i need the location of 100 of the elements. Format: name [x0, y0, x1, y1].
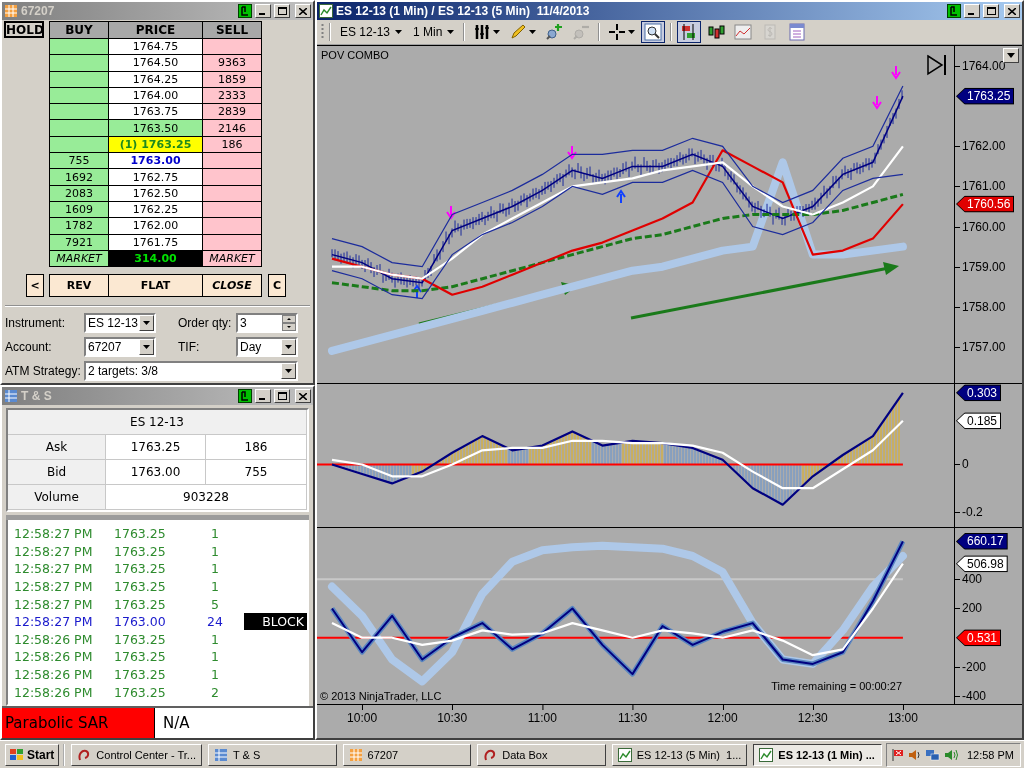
- price-cell[interactable]: 1762.75: [109, 169, 203, 186]
- instrument-cell: ES 12-13: [8, 410, 307, 435]
- minimize-button[interactable]: [255, 389, 271, 403]
- dropdown-field[interactable]: 67207: [84, 337, 156, 358]
- caret-icon: [493, 30, 501, 34]
- speaker-icon[interactable]: [907, 747, 922, 762]
- down-arrow-icon: [446, 205, 456, 220]
- quote-label: Bid: [8, 460, 106, 485]
- minimize-button[interactable]: [964, 4, 980, 18]
- quote-size: 186: [206, 435, 307, 460]
- field-label: Order qty:: [178, 316, 233, 331]
- taskbar-button[interactable]: T & S: [208, 743, 337, 766]
- sell-cell[interactable]: [203, 169, 262, 186]
- close-position-button[interactable]: CLOSE: [203, 274, 262, 298]
- sell-cell[interactable]: [203, 153, 262, 170]
- buy-cell[interactable]: [50, 55, 109, 72]
- sell-cell[interactable]: 9363: [203, 55, 262, 72]
- up-arrow-icon: [616, 189, 626, 204]
- cancel-button[interactable]: C: [268, 274, 286, 298]
- maximize-button[interactable]: [274, 389, 290, 403]
- pencil-icon: [509, 23, 528, 41]
- close-button[interactable]: [295, 389, 311, 403]
- price-cell[interactable]: 1762.00: [109, 218, 203, 235]
- back-button[interactable]: <: [26, 274, 44, 298]
- trade-price: 1763.25: [114, 684, 166, 700]
- taskbar-button[interactable]: Data Box: [477, 743, 606, 766]
- taskbar-button[interactable]: ES 12-13 (1 Min) ...: [753, 743, 882, 766]
- price-cell[interactable]: 1763.50: [109, 120, 203, 137]
- indicator-value: N/A: [154, 708, 313, 738]
- trade-size: 5: [211, 596, 219, 612]
- trade-price: 1763.25: [114, 667, 166, 683]
- buy-cell[interactable]: 1692: [50, 169, 109, 186]
- link-icon[interactable]: [238, 389, 252, 403]
- swirl-icon: [483, 747, 498, 762]
- axis-label: 1764.00: [955, 59, 1006, 74]
- buy-cell[interactable]: 1782: [50, 218, 109, 235]
- trade-time: 12:58:27 PM: [14, 561, 93, 577]
- flat-button[interactable]: FLAT: [109, 274, 203, 298]
- price-marker: 1760.56: [956, 195, 1015, 213]
- taskbar-button[interactable]: ES 12-13 (5 Min) 1...: [611, 743, 748, 766]
- taskbar-button[interactable]: 67207: [342, 743, 472, 766]
- buy-cell[interactable]: [50, 104, 109, 121]
- trade-time: 12:58:26 PM: [14, 631, 93, 647]
- buy-cell[interactable]: 755: [50, 153, 109, 170]
- link-icon[interactable]: [947, 4, 961, 18]
- network-icon[interactable]: [924, 747, 941, 762]
- price-cell[interactable]: 1764.50: [109, 55, 203, 72]
- maximize-icon: [277, 392, 287, 400]
- close-button[interactable]: [1004, 4, 1020, 18]
- minimize-button[interactable]: [255, 4, 271, 18]
- quote-price: 1763.25: [106, 435, 206, 460]
- dropdown-field[interactable]: Day: [236, 337, 298, 358]
- price-cell[interactable]: 1764.75: [109, 39, 203, 56]
- maximize-button[interactable]: [274, 4, 290, 18]
- toolbar-button[interactable]: [641, 21, 666, 43]
- price-cell[interactable]: 1763.00: [109, 153, 203, 170]
- sell-cell[interactable]: 2146: [203, 120, 262, 137]
- quote-price: 1763.00: [106, 460, 206, 485]
- instrument-dropdown[interactable]: ES 12-13: [336, 22, 407, 42]
- reverse-button[interactable]: REV: [49, 274, 109, 298]
- dropdown-field[interactable]: ES 12-13: [84, 313, 156, 334]
- caret-icon: [447, 30, 455, 34]
- windows-flag-icon: [10, 748, 24, 761]
- buy-cell[interactable]: [50, 39, 109, 56]
- trade-time: 12:58:27 PM: [14, 596, 93, 612]
- spinner-arrows-icon[interactable]: [282, 315, 296, 332]
- toolbar-button[interactable]: [677, 21, 702, 43]
- dropdown-field[interactable]: 2 targets: 3/8: [84, 361, 298, 382]
- sell-cell[interactable]: 2839: [203, 104, 262, 121]
- sell-cell[interactable]: [203, 218, 262, 235]
- axis-label: -400: [955, 688, 987, 703]
- trade-size: 1: [211, 561, 219, 577]
- link-icon[interactable]: [238, 4, 252, 18]
- down-arrow-icon: [567, 145, 577, 160]
- pin-plus-icon: [545, 23, 564, 41]
- sell-cell[interactable]: [203, 39, 262, 56]
- caret-icon: [628, 30, 636, 34]
- window-title: ES 12-13 (1 Min) / ES 12-13 (5 Min) 11/4/2013: [336, 4, 591, 18]
- flag-alert-icon[interactable]: [890, 747, 905, 762]
- interval-dropdown[interactable]: 1 Min: [409, 22, 459, 42]
- zoom-icon: [644, 23, 663, 41]
- close-button[interactable]: [295, 4, 311, 18]
- trade-time: 12:58:27 PM: [14, 579, 93, 595]
- trade-size: 2: [211, 684, 219, 700]
- menu-button[interactable]: [1003, 48, 1019, 63]
- speaker-icon[interactable]: [943, 747, 958, 762]
- column-header: SELL: [203, 22, 262, 39]
- trade-price: 1763.25: [114, 631, 166, 647]
- spinner-field[interactable]: 3: [236, 313, 298, 334]
- buy-cell[interactable]: [50, 120, 109, 137]
- price-cell[interactable]: 1763.75: [109, 104, 203, 121]
- start-button[interactable]: Start: [5, 743, 60, 766]
- field-label: TIF:: [178, 340, 201, 355]
- hold-button[interactable]: HOLD: [4, 21, 44, 38]
- chart-icon: [617, 747, 632, 762]
- taskbar-button[interactable]: Control Center - Tr...: [71, 743, 202, 766]
- grid-icon: [4, 4, 18, 18]
- skip-to-end-icon[interactable]: [926, 54, 948, 76]
- maximize-button[interactable]: [983, 4, 999, 18]
- grip-handle[interactable]: [321, 23, 324, 41]
